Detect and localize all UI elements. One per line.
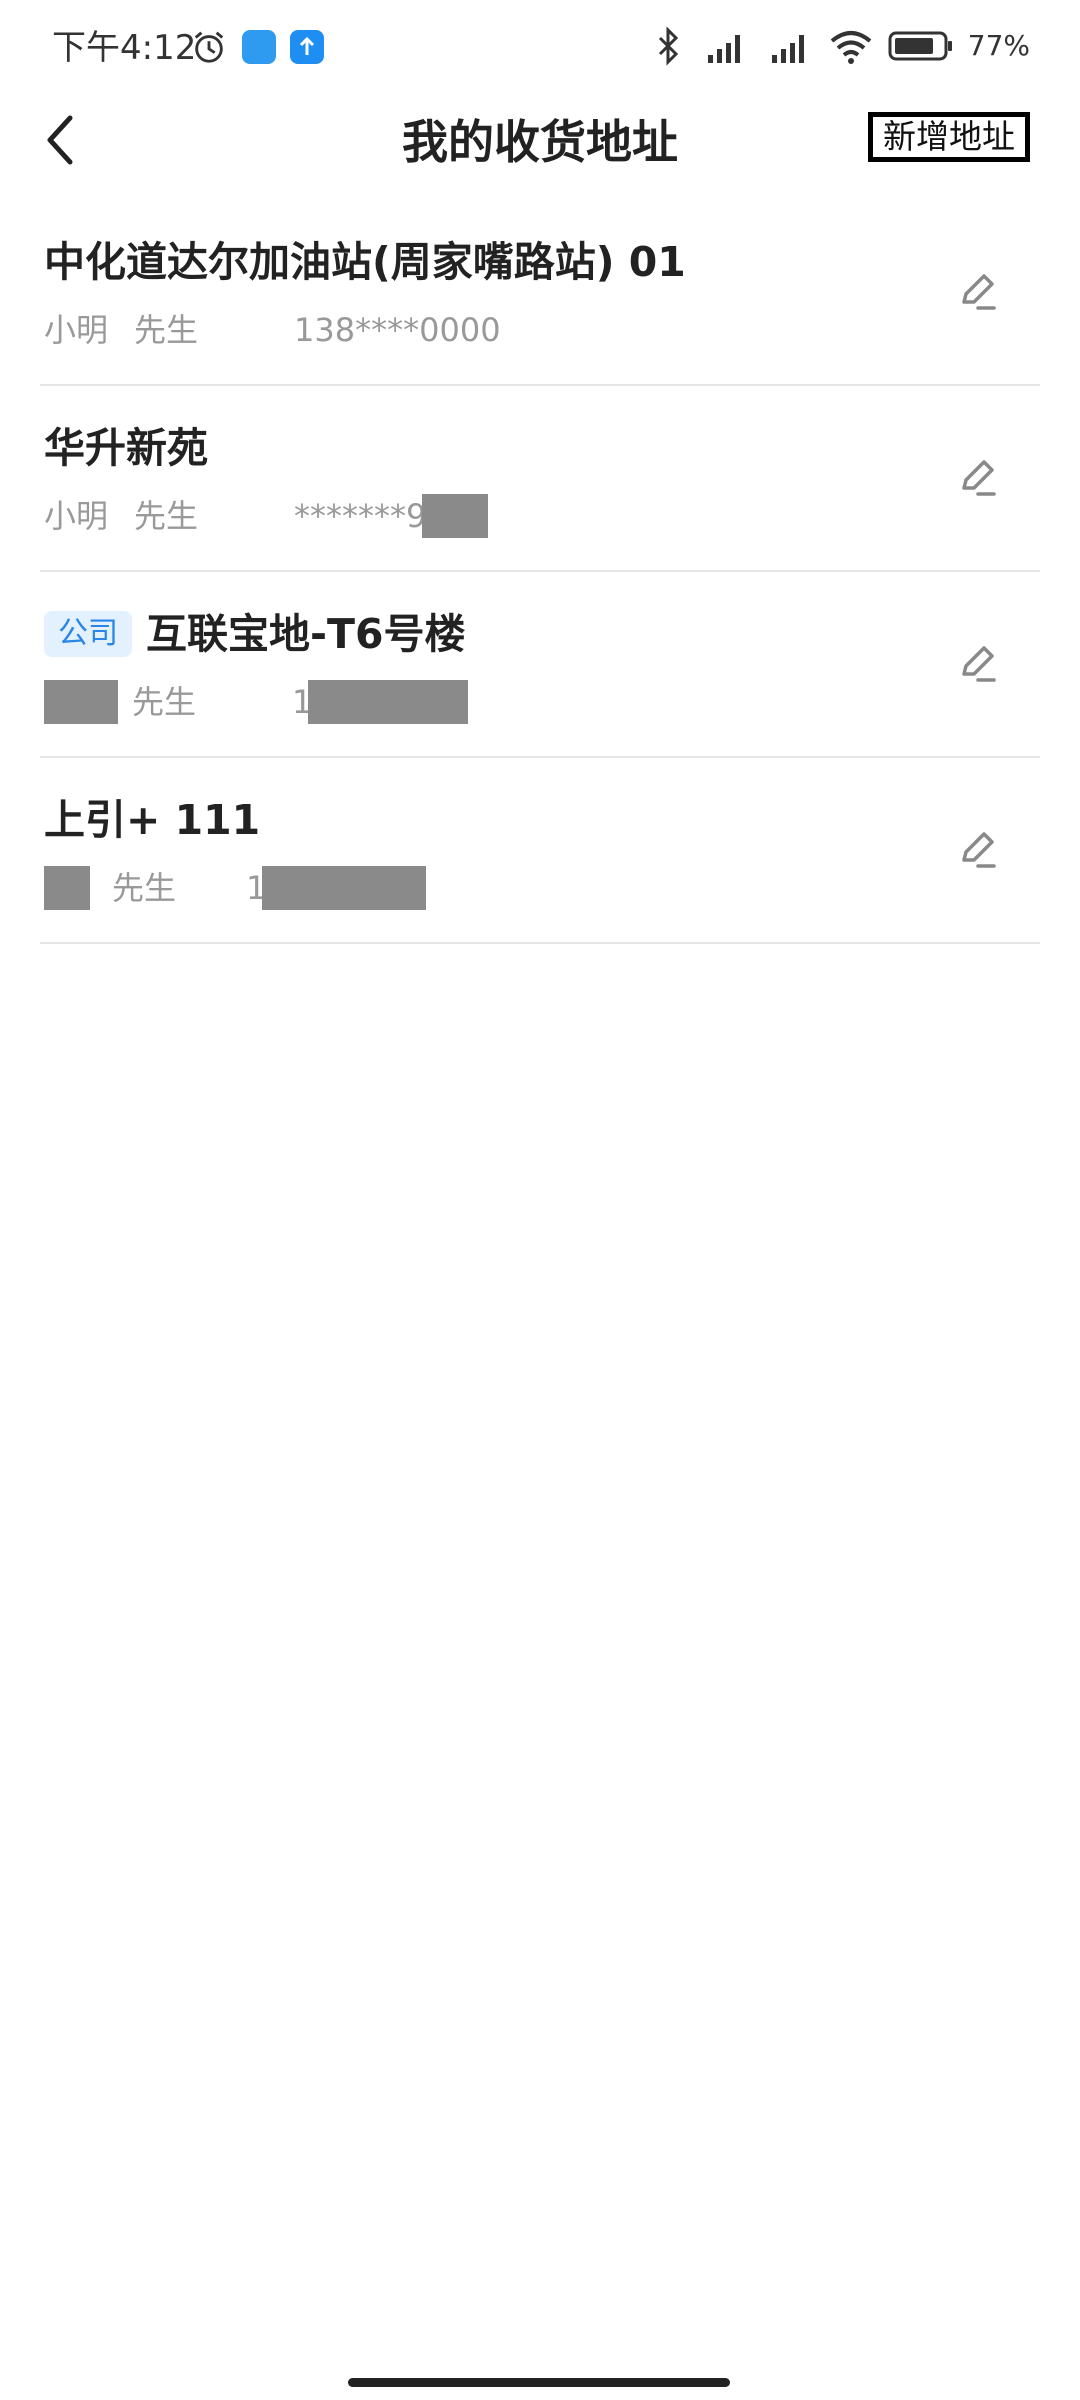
status-bar: 下午4:12 77% — [0, 0, 1080, 100]
address-list: 中化道达尔加油站(周家嘴路站) 01 小明 先生 138****0000 华升新… — [0, 200, 1080, 944]
redaction-block — [44, 866, 90, 910]
redaction-block — [262, 866, 427, 910]
address-title-row: 公司 互联宝地-T6号楼 — [44, 606, 466, 662]
address-item[interactable]: 中化道达尔加油站(周家嘴路站) 01 小明 先生 138****0000 — [40, 200, 1040, 386]
contact-salutation: 先生 — [134, 497, 199, 535]
battery-percentage: 77% — [967, 29, 1030, 62]
address-contact-row: 小明 先生 *******9 — [44, 494, 489, 538]
address-contact-row: 小明 先生 138****0000 — [44, 308, 501, 352]
address-title-row: 上引+ 111 — [44, 792, 260, 848]
contact-name: 小明 — [44, 311, 109, 349]
upload-icon — [290, 30, 324, 64]
edit-icon[interactable] — [956, 456, 1000, 500]
alarm-icon — [194, 31, 224, 63]
edit-icon[interactable] — [956, 828, 1000, 872]
contact-salutation: 先生 — [132, 683, 197, 721]
bluetooth-icon — [658, 26, 678, 66]
address-contact-row: 先生 1 — [44, 680, 469, 724]
contact-salutation: 先生 — [112, 869, 177, 907]
wifi-icon — [830, 31, 872, 64]
contact-salutation: 先生 — [134, 311, 199, 349]
contact-phone: *******9 — [294, 497, 427, 535]
signal-hd-icon — [707, 35, 740, 63]
address-title: 上引+ 111 — [44, 796, 261, 844]
address-title: 华升新苑 — [44, 424, 208, 472]
redaction-block — [422, 494, 489, 538]
add-address-button[interactable]: 新增地址 — [868, 112, 1030, 162]
address-item[interactable]: 上引+ 111 先生 1 — [40, 758, 1040, 944]
weather-icon — [242, 30, 276, 64]
address-title-row: 华升新苑 — [44, 420, 208, 476]
signal-hd-icon — [771, 35, 804, 63]
address-item[interactable]: 华升新苑 小明 先生 *******9 — [40, 386, 1040, 572]
home-indicator[interactable] — [348, 2378, 730, 2387]
edit-icon[interactable] — [956, 270, 1000, 314]
edit-icon[interactable] — [956, 642, 1000, 686]
address-title: 互联宝地-T6号楼 — [146, 610, 466, 658]
address-contact-row: 先生 1 — [44, 866, 427, 910]
address-title-row: 中化道达尔加油站(周家嘴路站) 01 — [44, 234, 686, 290]
status-time: 下午4:12 — [52, 28, 197, 68]
redaction-block — [308, 680, 469, 724]
address-title: 中化道达尔加油站(周家嘴路站) 01 — [44, 238, 686, 286]
header: 我的收货地址 新增地址 — [0, 100, 1080, 200]
address-tag-company: 公司 — [44, 611, 132, 657]
status-right-icons: 77% — [652, 26, 1030, 66]
contact-name: 小明 — [44, 497, 109, 535]
status-left-icons — [190, 28, 324, 66]
redaction-block — [44, 680, 118, 724]
contact-phone: 138****0000 — [294, 311, 501, 349]
address-item[interactable]: 公司 互联宝地-T6号楼 先生 1 — [40, 572, 1040, 758]
battery-icon — [888, 31, 952, 61]
